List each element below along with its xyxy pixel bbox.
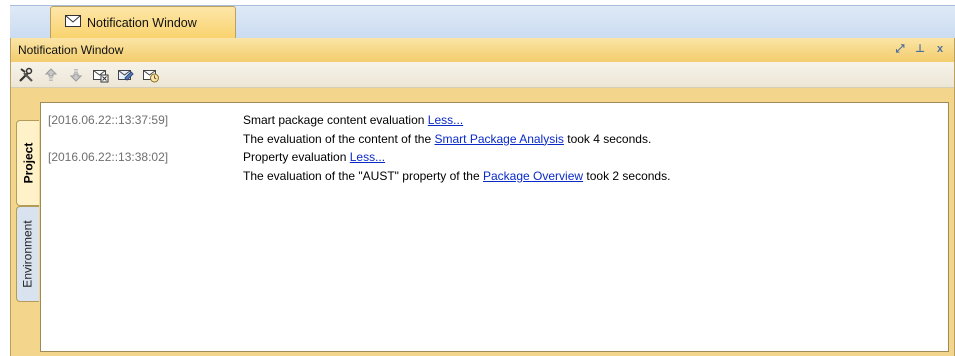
notification-timestamp: [2016.06.22::13:37:59] xyxy=(48,113,169,127)
tab-notification-window[interactable]: Notification Window xyxy=(50,6,236,38)
element-link[interactable]: Smart Package Analysis xyxy=(434,132,563,146)
notification-summary: Smart package content evaluation xyxy=(243,113,425,127)
tab-strip: Notification Window xyxy=(0,0,955,38)
tab-project[interactable]: Project xyxy=(16,120,39,206)
detail-text-end: took 4 seconds. xyxy=(567,131,652,146)
less-link[interactable]: Less... xyxy=(350,150,385,164)
notification-window: Notification Window ⤢ ⊥ x Project Enviro… xyxy=(10,38,955,356)
element-link[interactable]: Package Overview xyxy=(483,169,583,183)
pin-icon[interactable]: ⊥ xyxy=(914,42,926,56)
detail-text: The evaluation of the content of the xyxy=(243,131,432,146)
restore-icon[interactable]: ⤢ xyxy=(894,42,906,56)
envelope-icon xyxy=(65,15,81,30)
notification-detail: The evaluation of the "AUST" property of… xyxy=(48,167,948,186)
notification-list: [2016.06.22::13:37:59] Smart package con… xyxy=(40,102,949,352)
notification-timestamp: [2016.06.22::13:38:02] xyxy=(48,150,169,164)
toolbar xyxy=(11,62,954,88)
tab-environment-label: Environment xyxy=(21,220,35,288)
tools-icon[interactable] xyxy=(18,67,34,83)
clear-messages-icon[interactable] xyxy=(93,67,109,83)
window-titlebar: Notification Window ⤢ ⊥ x xyxy=(11,38,954,62)
less-link[interactable]: Less... xyxy=(428,113,463,127)
notification-summary: Property evaluation xyxy=(243,150,347,164)
list-item: [2016.06.22::13:38:02] Property evaluati… xyxy=(48,148,948,185)
tab-label: Notification Window xyxy=(87,15,197,30)
notification-detail: The evaluation of the content of the Sma… xyxy=(48,130,948,149)
arrow-up-icon[interactable] xyxy=(43,67,59,83)
message-history-icon[interactable] xyxy=(143,67,159,83)
detail-text: The evaluation of the "AUST" property of… xyxy=(243,168,480,183)
list-item: [2016.06.22::13:37:59] Smart package con… xyxy=(48,111,948,148)
message-details-icon[interactable] xyxy=(118,67,134,83)
side-tabs: Project Environment xyxy=(11,102,41,356)
window-title: Notification Window xyxy=(18,43,124,57)
tab-project-label: Project xyxy=(21,142,35,184)
arrow-down-icon[interactable] xyxy=(68,67,84,83)
close-icon[interactable]: x xyxy=(934,42,946,56)
tab-environment[interactable]: Environment xyxy=(16,206,39,302)
window-body: Project Environment [2016.06.22::13:37:5… xyxy=(11,88,954,356)
window-controls: ⤢ ⊥ x xyxy=(894,42,946,56)
detail-text-end: took 2 seconds. xyxy=(586,168,671,183)
